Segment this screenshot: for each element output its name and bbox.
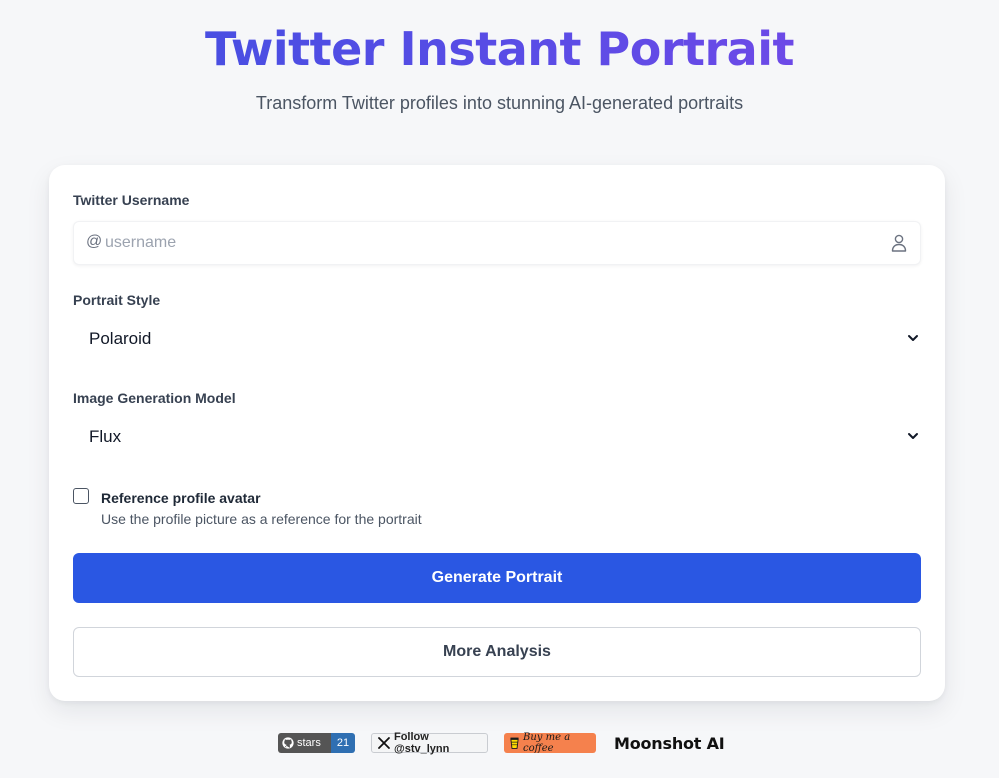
x-follow-label: Follow @stv_lynn [393,731,450,755]
username-label: Twitter Username [73,192,190,208]
github-badge-left: stars [278,733,331,753]
moonshot-ai-logo[interactable]: Moonshot AI [614,734,725,753]
chevron-down-icon [908,433,918,439]
page-title: Twitter Instant Portrait [0,20,999,78]
username-field[interactable]: @ [73,221,921,265]
reference-avatar-checkbox[interactable] [73,488,89,504]
reference-avatar-label: Reference profile avatar [101,490,261,506]
buy-me-a-coffee-badge[interactable]: Buy me a coffee [504,732,596,754]
model-select[interactable]: Flux [73,415,921,459]
github-icon [282,737,294,749]
coffee-cup-icon [510,737,519,749]
x-follow-badge[interactable]: Follow @stv_lynn [371,731,488,755]
github-stars-badge[interactable]: stars 21 [278,733,355,753]
x-logo-icon [378,737,390,749]
reference-avatar-description: Use the profile picture as a reference f… [101,511,422,527]
page-subtitle: Transform Twitter profiles into stunning… [255,93,744,113]
portrait-style-label: Portrait Style [73,292,161,308]
generate-portrait-button[interactable]: Generate Portrait [73,553,921,603]
portrait-style-value: Polaroid [89,329,152,348]
portrait-style-select[interactable]: Polaroid [73,317,921,361]
at-prefix: @ [86,233,103,250]
model-label: Image Generation Model [73,390,236,406]
portrait-form-card: Twitter Username @ Portrait Style Polaro… [49,165,945,701]
model-value: Flux [89,427,122,446]
coffee-label: Buy me a coffee [523,732,571,754]
footer: stars 21 Follow @stv_lynn Buy me a coffe… [0,731,999,755]
github-badge-label: stars [297,737,321,749]
user-icon [891,234,907,252]
github-star-count: 21 [331,733,355,753]
more-analysis-button[interactable]: More Analysis [73,627,921,677]
page: Twitter Instant Portrait Transform Twitt… [0,0,999,778]
chevron-down-icon [908,335,918,341]
username-input[interactable] [105,222,885,264]
